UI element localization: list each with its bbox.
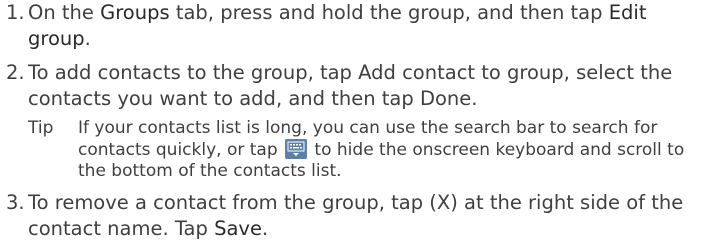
tip-text: If your contacts list is long, you can u… bbox=[78, 118, 685, 181]
tip-label: Tip bbox=[28, 118, 54, 138]
step-text: To add contacts to the group, tap Add co… bbox=[28, 61, 673, 110]
document-page: 1. On the Groups tab, press and hold the… bbox=[0, 0, 706, 244]
step-1: 1. On the Groups tab, press and hold the… bbox=[6, 0, 700, 52]
save-label: Save bbox=[214, 217, 262, 240]
groups-tab-label: Groups bbox=[100, 1, 170, 24]
step-3: 3. To remove a contact from the group, t… bbox=[6, 190, 700, 242]
step-number: 1. bbox=[6, 1, 25, 24]
steps-list: 1. On the Groups tab, press and hold the… bbox=[6, 0, 700, 250]
step-number: 3. bbox=[6, 191, 25, 214]
step-number: 2. bbox=[6, 61, 25, 84]
step-text: To remove a contact from the group, tap … bbox=[28, 191, 684, 240]
step-2: 2. To add contacts to the group, tap Add… bbox=[6, 60, 700, 112]
step-text: On the Groups tab, press and hold the gr… bbox=[28, 1, 647, 50]
tip-note: Tip If your contacts list is long, you c… bbox=[28, 118, 700, 182]
keyboard-icon bbox=[285, 139, 308, 159]
